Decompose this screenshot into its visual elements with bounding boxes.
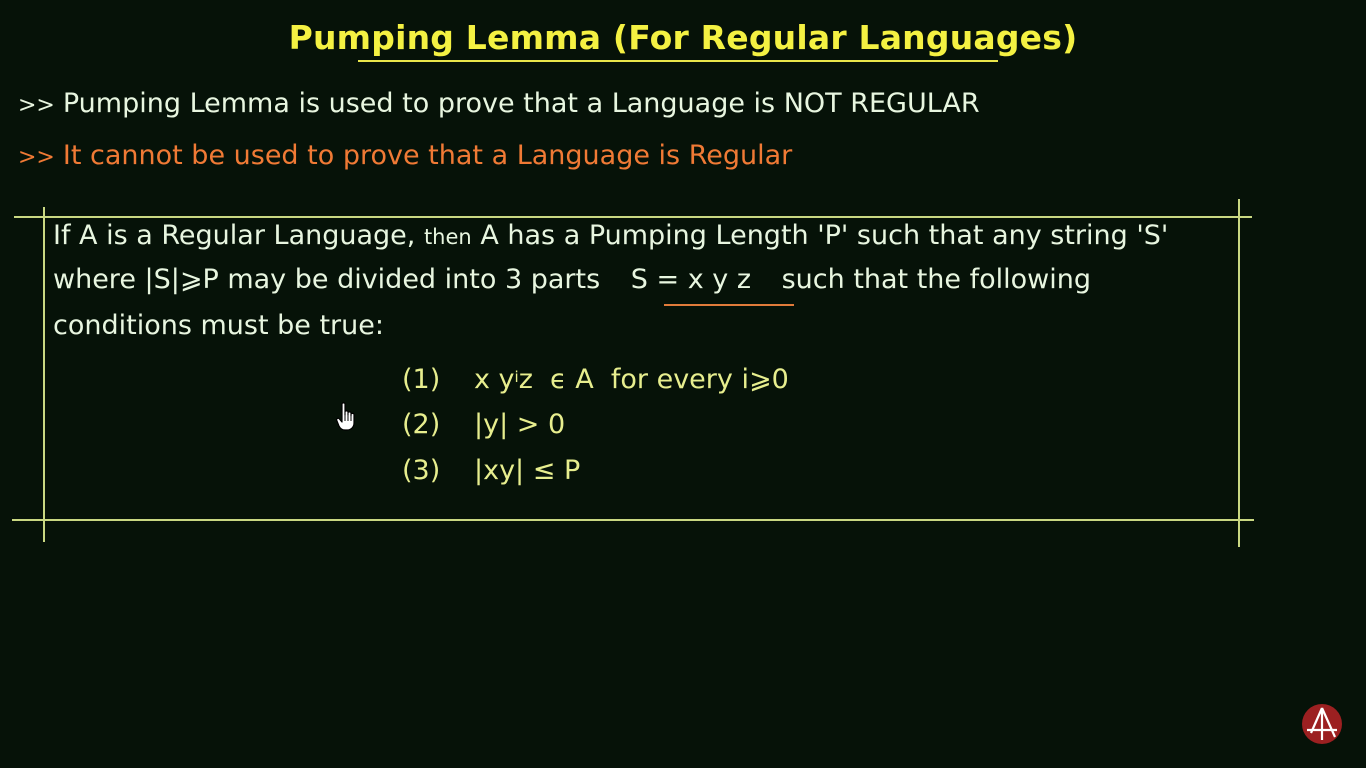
box-top-border (14, 216, 1252, 218)
bullet-text-1: Pumping Lemma is used to prove that a La… (62, 88, 980, 119)
definition-text: A has a Pumping Length 'P' such that any… (480, 220, 1169, 251)
condition-1-pre: x y (474, 364, 515, 395)
condition-3-number: (3) (402, 455, 441, 486)
box-bottom-border (12, 519, 1254, 521)
condition-2-number: (2) (402, 409, 441, 440)
condition-1-expression: x yiz ϵ A for every i⩾0 (474, 364, 789, 395)
condition-1-superscript: i (514, 368, 519, 386)
condition-1-number: (1) (402, 364, 441, 395)
bullet-marker: >> (18, 145, 55, 170)
definition-text: where |S|⩾P may be divided into 3 parts (53, 264, 601, 295)
box-right-border (1238, 199, 1240, 547)
definition-line-3: conditions must be true: (53, 310, 384, 341)
bullet-cannot-prove-regular: >> It cannot be used to prove that a Lang… (18, 140, 792, 171)
bullet-not-regular: >> Pumping Lemma is used to prove that a … (18, 88, 980, 119)
condition-1-post: z ϵ A for every i⩾0 (518, 364, 789, 395)
page-title: Pumping Lemma (For Regular Languages) (288, 18, 1078, 57)
bullet-text-2: It cannot be used to prove that a Langua… (62, 140, 793, 171)
definition-text: such that the following (781, 264, 1091, 295)
definition-text: If A is a Regular Language, (53, 220, 416, 251)
channel-logo-icon[interactable] (1301, 703, 1343, 749)
box-left-border (43, 207, 45, 542)
condition-2-expression: |y| > 0 (474, 409, 566, 440)
definition-line-2: where |S|⩾P may be divided into 3 parts … (53, 264, 1091, 295)
hand-pointer-icon (336, 402, 358, 436)
bullet-marker: >> (18, 93, 55, 118)
condition-3-expression: |xy| ≤ P (474, 455, 581, 486)
equation-underline (664, 304, 794, 306)
definition-line-1: If A is a Regular Language, then A has a… (53, 220, 1168, 251)
then-word: then (423, 225, 472, 249)
string-split-equation: S = x y z (630, 264, 751, 295)
title-underline (358, 60, 998, 62)
